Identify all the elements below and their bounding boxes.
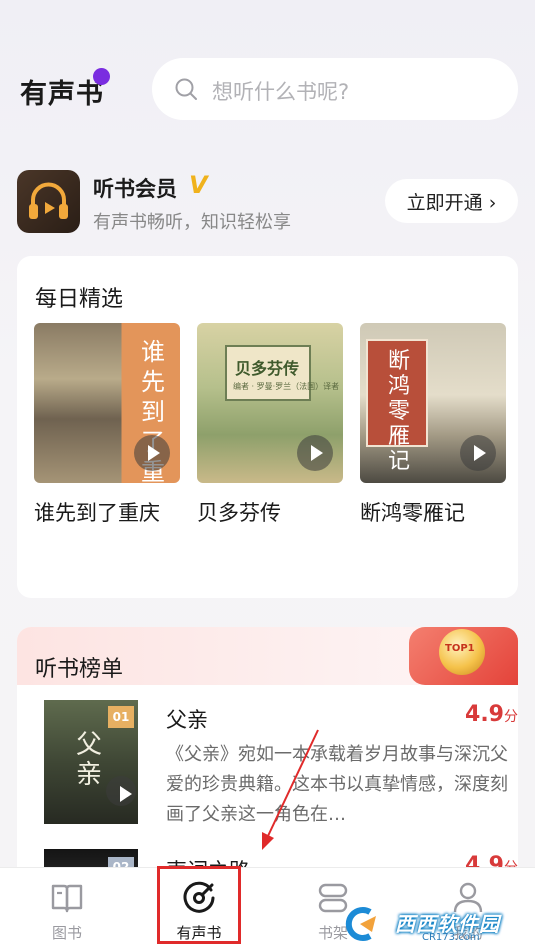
section-title: 每日精选	[35, 287, 124, 312]
play-icon[interactable]	[460, 435, 496, 471]
book-item[interactable]: 谁先到了重 谁先到了重庆	[34, 323, 180, 527]
member-banner[interactable]: 听书会员 V 有声书畅听，知识轻松享 立即开通 ›	[17, 168, 518, 234]
score-value: 4.9	[465, 702, 504, 727]
cover-title: 断鸿零雁记	[387, 349, 410, 474]
member-title: 听书会员	[93, 177, 177, 201]
ranking-header: 听书榜单 TOP1	[17, 627, 518, 685]
member-subtitle: 有声书畅听，知识轻松享	[93, 212, 291, 233]
book-title: 断鸿零雁记	[360, 501, 465, 525]
watermark: 西西软件园 CR173.com	[340, 906, 530, 946]
watermark-subtext: CR173.com	[422, 932, 480, 943]
vip-icon: V	[189, 171, 208, 199]
rank-number: 01	[108, 706, 134, 728]
book-title: 贝多芬传	[197, 501, 281, 525]
section-title: 听书榜单	[35, 657, 124, 682]
trophy-icon: TOP1	[439, 629, 485, 675]
headphones-icon	[17, 170, 80, 233]
book-item[interactable]: 贝多芬传 编者 · 罗曼·罗兰（法国）译者 贝多芬传	[197, 323, 343, 527]
trophy-badge: TOP1	[409, 627, 518, 685]
cover-panel: 断鸿零雁记	[366, 339, 428, 474]
book-item[interactable]: 断鸿零雁记 断鸿零雁记	[360, 323, 506, 527]
book-cover[interactable]: 断鸿零雁记	[360, 323, 506, 483]
tab-label: 图书	[51, 924, 82, 942]
book-title: 父亲	[166, 708, 208, 732]
watermark-logo-icon	[345, 907, 376, 941]
book-open-icon	[51, 884, 83, 913]
book-title: 谁先到了重庆	[34, 501, 160, 525]
search-icon	[175, 78, 197, 100]
tab-books[interactable]: 图书	[17, 868, 117, 951]
ranking-item[interactable]: 01 父亲 父亲 4.9分 《父亲》宛如一本承载着岁月故事与深沉父爱的珍贵典籍。…	[44, 700, 518, 826]
book-description: 《父亲》宛如一本承载着岁月故事与深沉父爱的珍贵典籍。这本书以真挚情感，深度刻画了…	[166, 744, 508, 825]
ranking-card: 听书榜单 TOP1 01 父亲 父亲 4.9分 《父亲》宛如一本承载着岁月故事与…	[17, 627, 518, 887]
daily-selection-card: 每日精选 谁先到了重 谁先到了重庆 贝多芬传 编者 · 罗曼·罗兰（法国）译者 …	[17, 256, 518, 598]
play-icon[interactable]	[134, 435, 170, 471]
cover-title: 贝多芬传	[235, 359, 300, 378]
subscribe-button[interactable]: 立即开通 ›	[385, 179, 518, 223]
cover-subtitle: 编者 · 罗曼·罗兰（法国）译者	[233, 382, 340, 391]
play-icon[interactable]	[297, 435, 333, 471]
score-unit: 分	[504, 709, 518, 725]
disc-icon	[183, 881, 215, 913]
search-input[interactable]: 想听什么书呢?	[152, 58, 518, 120]
top-header: 有声书 想听什么书呢?	[0, 58, 535, 120]
book-cover[interactable]: 贝多芬传 编者 · 罗曼·罗兰（法国）译者	[197, 323, 343, 483]
rating-score: 4.9分	[465, 702, 518, 727]
play-icon[interactable]	[106, 776, 136, 806]
cover-label: 贝多芬传 编者 · 罗曼·罗兰（法国）译者	[225, 345, 339, 401]
tab-label: 有声书	[176, 924, 222, 942]
book-cover[interactable]: 谁先到了重	[34, 323, 180, 483]
trophy-label: TOP1	[445, 643, 475, 654]
notification-dot	[93, 68, 110, 85]
page-title: 有声书	[20, 79, 104, 110]
book-cover[interactable]: 01 父亲	[44, 700, 138, 824]
tab-audiobooks[interactable]: 有声书	[149, 868, 249, 951]
search-placeholder: 想听什么书呢?	[212, 80, 350, 104]
cover-title: 父亲	[75, 730, 102, 790]
